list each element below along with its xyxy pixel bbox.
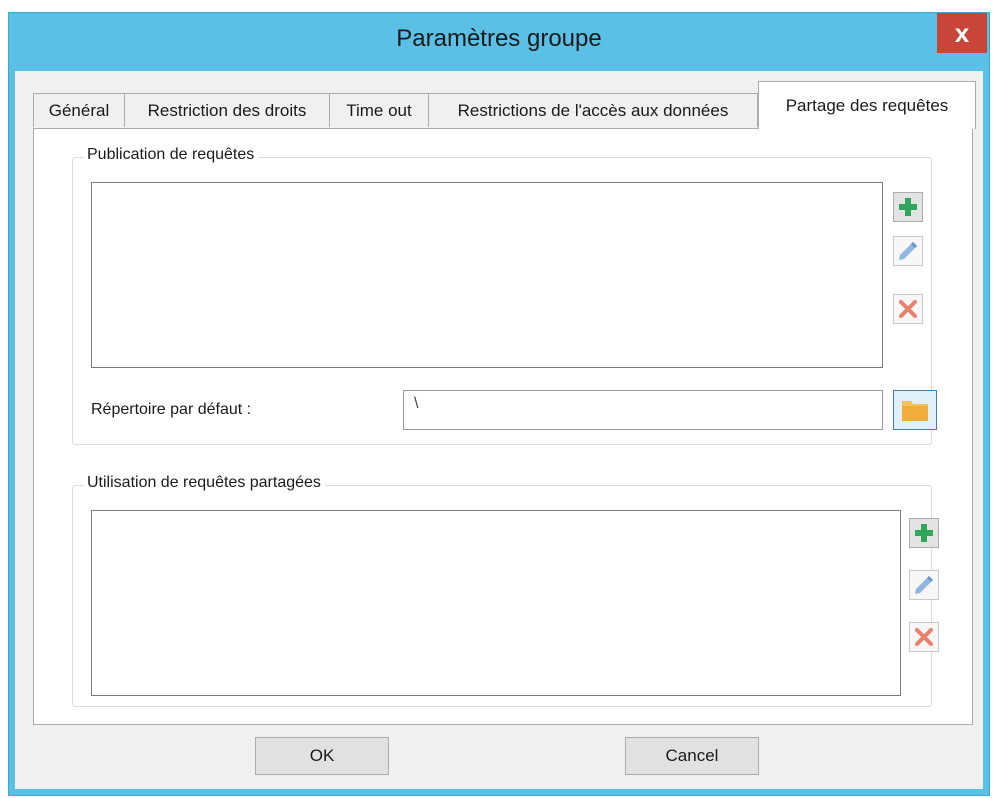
tab-restrictions-acces-donnees[interactable]: Restrictions de l'accès aux données bbox=[428, 93, 758, 127]
pencil-icon bbox=[915, 576, 933, 594]
tab-label: Time out bbox=[346, 100, 412, 120]
tab-restriction-droits[interactable]: Restriction des droits bbox=[124, 93, 330, 127]
shared-usage-list[interactable] bbox=[91, 510, 901, 696]
shared-edit-button[interactable] bbox=[909, 570, 939, 600]
close-button[interactable]: x bbox=[937, 13, 987, 53]
plus-icon bbox=[915, 524, 933, 542]
ok-button[interactable]: OK bbox=[255, 737, 389, 775]
shared-usage-legend: Utilisation de requêtes partagées bbox=[83, 474, 325, 492]
shared-delete-button[interactable] bbox=[909, 622, 939, 652]
cross-icon bbox=[915, 628, 933, 646]
tab-general[interactable]: Général bbox=[33, 93, 125, 127]
publication-list[interactable] bbox=[91, 182, 883, 368]
cancel-button[interactable]: Cancel bbox=[625, 737, 759, 775]
browse-folder-button[interactable] bbox=[893, 390, 937, 430]
publication-edit-button[interactable] bbox=[893, 236, 923, 266]
close-icon: x bbox=[954, 17, 970, 48]
default-dir-input[interactable]: \ bbox=[403, 390, 883, 430]
folder-icon bbox=[902, 401, 928, 421]
publication-legend: Publication de requêtes bbox=[83, 146, 259, 164]
tab-panel-partage: Publication de requêtes Répertoire par d… bbox=[33, 128, 973, 725]
plus-icon bbox=[899, 198, 917, 216]
tab-partage-requetes[interactable]: Partage des requêtes bbox=[758, 81, 976, 129]
publication-group: Publication de requêtes Répertoire par d… bbox=[72, 146, 937, 445]
dialog-window: Paramètres groupe x Général Restriction … bbox=[8, 12, 990, 796]
dialog-title: Paramètres groupe bbox=[396, 25, 602, 52]
shared-add-button[interactable] bbox=[909, 518, 939, 548]
ok-button-label: OK bbox=[309, 746, 335, 765]
dialog-body: Général Restriction des droits Time out … bbox=[15, 71, 983, 789]
tab-label: Restriction des droits bbox=[147, 100, 307, 120]
shared-usage-group: Utilisation de requêtes partagées bbox=[72, 474, 939, 707]
publication-add-button[interactable] bbox=[893, 192, 923, 222]
tab-time-out[interactable]: Time out bbox=[329, 93, 429, 127]
tab-label: Partage des requêtes bbox=[785, 95, 949, 115]
cancel-button-label: Cancel bbox=[665, 746, 719, 765]
publication-delete-button[interactable] bbox=[893, 294, 923, 324]
pencil-icon bbox=[899, 242, 917, 260]
default-dir-label: Répertoire par défaut : bbox=[91, 401, 252, 418]
tab-label: Général bbox=[48, 100, 110, 120]
cross-icon bbox=[899, 300, 917, 318]
tab-label: Restrictions de l'accès aux données bbox=[457, 100, 729, 120]
title-bar: Paramètres groupe x bbox=[9, 13, 989, 71]
